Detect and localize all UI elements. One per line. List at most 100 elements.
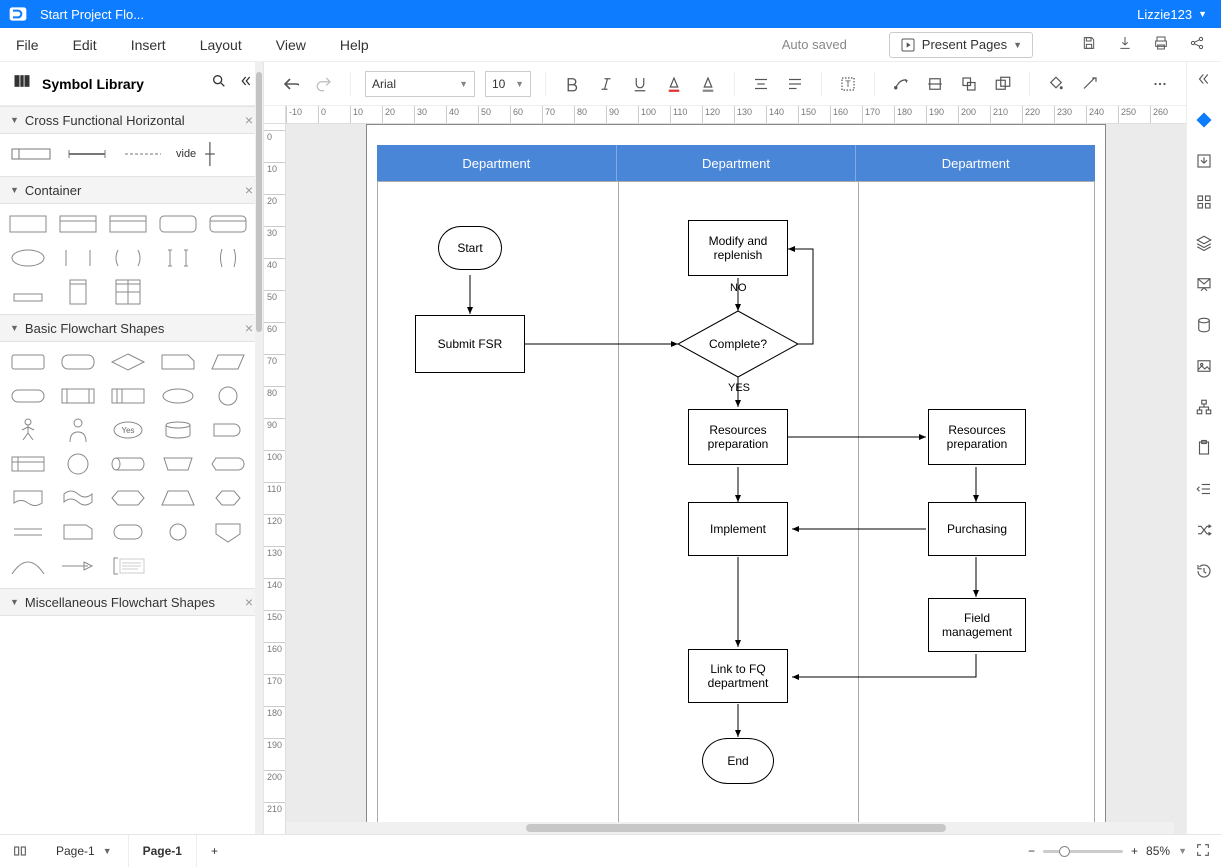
shape-user[interactable] [58,418,98,442]
menu-insert[interactable]: Insert [131,37,166,53]
image-icon[interactable] [1195,357,1213,380]
close-icon[interactable]: × [245,320,253,336]
shape-predef[interactable] [58,384,98,408]
search-icon[interactable] [211,73,227,94]
collapse-panel-icon[interactable] [237,73,253,94]
document-title[interactable]: Start Project Flo... [40,7,144,22]
node-end[interactable]: End [702,738,774,784]
line-style-button[interactable] [1078,72,1102,96]
export-icon[interactable] [1195,152,1213,175]
align-h-button[interactable] [749,72,773,96]
node-start[interactable]: Start [438,226,502,270]
shape-hex2[interactable] [208,486,248,510]
swimlane-body[interactable]: Start Submit FSR Modify and replenish Co… [377,181,1095,833]
lane-header-2[interactable]: Department [617,145,857,181]
shape[interactable] [108,280,148,304]
shape-card[interactable] [158,350,198,374]
undo-button[interactable] [278,72,302,96]
shape-round[interactable] [108,520,148,544]
zoom-out-button[interactable]: − [1028,844,1035,858]
shape-offpage[interactable] [208,520,248,544]
left-scrollbar[interactable] [255,62,263,834]
shape-annot[interactable] [108,554,148,578]
comments-icon[interactable] [1195,275,1213,298]
close-icon[interactable]: × [245,182,253,198]
shape[interactable] [158,246,198,270]
layers-icon[interactable] [1195,234,1213,257]
menu-edit[interactable]: Edit [73,37,97,53]
arrange-button[interactable] [991,72,1015,96]
menu-view[interactable]: View [276,37,306,53]
shape[interactable] [8,246,48,270]
shape-db[interactable] [158,418,198,442]
outdent-icon[interactable] [1195,480,1213,503]
shape-smcircle[interactable] [158,520,198,544]
node-field-mgmt[interactable]: Field management [928,598,1026,652]
underline-button[interactable] [628,72,652,96]
shape-trap[interactable] [158,486,198,510]
shape[interactable] [8,212,48,236]
shape[interactable] [58,246,98,270]
menu-help[interactable]: Help [340,37,369,53]
shape-display[interactable] [208,452,248,476]
shape-process-2[interactable] [58,350,98,374]
shape[interactable] [108,246,148,270]
shape[interactable] [58,212,98,236]
section-cross-functional[interactable]: ▼ Cross Functional Horizontal × [0,106,263,134]
group-button[interactable] [957,72,981,96]
node-purchasing[interactable]: Purchasing [928,502,1026,556]
outline-icon[interactable] [0,843,40,859]
shape-manual[interactable] [158,452,198,476]
shape[interactable] [208,246,248,270]
section-container[interactable]: ▼ Container × [0,176,263,204]
node-complete[interactable]: Complete? [678,311,798,377]
section-misc-flowchart[interactable]: ▼ Miscellaneous Flowchart Shapes × [0,588,263,616]
text-tool-button[interactable]: T [836,72,860,96]
theme-icon[interactable] [1195,111,1213,134]
shape-data[interactable] [208,350,248,374]
shape-actor[interactable] [8,418,48,442]
close-icon[interactable]: × [245,594,253,610]
shape-doc[interactable] [8,486,48,510]
page-selector[interactable]: Page-1▼ [40,835,129,867]
shape-lines[interactable] [8,520,48,544]
lane-header-1[interactable]: Department [377,145,617,181]
connector-button[interactable] [889,72,913,96]
vide-shape[interactable]: vide [176,142,222,166]
menu-file[interactable]: File [16,37,39,53]
menu-layout[interactable]: Layout [200,37,242,53]
node-link-fq[interactable]: Link to FQ department [688,649,788,703]
workspace[interactable]: Department Department Department [286,124,1186,834]
node-implement[interactable]: Implement [688,502,788,556]
user-menu[interactable]: Lizzie123 ▼ [1137,7,1221,22]
shape-intstorage[interactable] [8,452,48,476]
node-submit-fsr[interactable]: Submit FSR [415,315,525,373]
shape-arrow[interactable] [58,554,98,578]
zoom-in-button[interactable]: + [1131,844,1138,858]
align-objects-button[interactable] [923,72,947,96]
shape[interactable] [208,212,248,236]
shape-delay[interactable] [208,418,248,442]
font-color-button[interactable] [662,72,686,96]
shape-tape[interactable] [58,486,98,510]
align-v-button[interactable] [783,72,807,96]
node-modify[interactable]: Modify and replenish [688,220,788,276]
shuffle-icon[interactable] [1195,521,1213,544]
grid-icon[interactable] [1195,193,1213,216]
zoom-value[interactable]: 85% [1146,844,1170,858]
separator-shape[interactable] [64,142,110,166]
font-size-select[interactable]: 10▼ [485,71,531,97]
highlight-button[interactable] [696,72,720,96]
shape-arc[interactable] [8,554,48,578]
shape-predef2[interactable] [108,384,148,408]
share-icon[interactable] [1189,35,1205,54]
shape-drum[interactable] [108,452,148,476]
shape-terminator[interactable] [8,384,48,408]
history-icon[interactable] [1195,562,1213,585]
shape-decision[interactable] [108,350,148,374]
present-pages-button[interactable]: Present Pages ▼ [889,32,1033,58]
shape[interactable] [108,212,148,236]
more-button[interactable] [1148,72,1172,96]
zoom-slider[interactable] [1043,850,1123,853]
lane-header-3[interactable]: Department [856,145,1095,181]
